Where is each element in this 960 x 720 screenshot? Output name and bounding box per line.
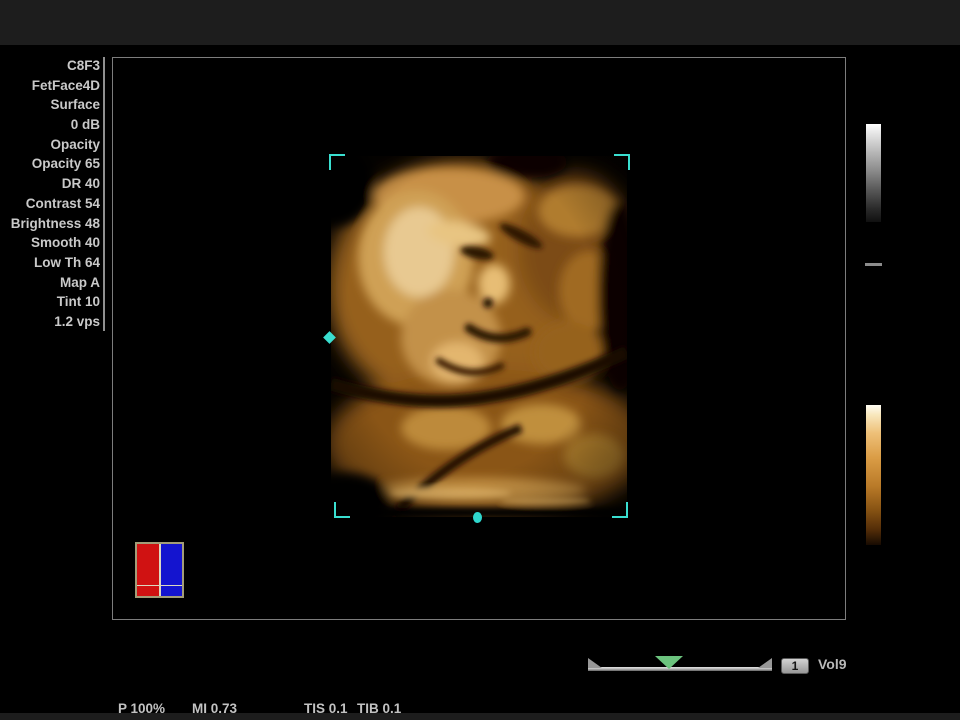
volume-label: Vol9 xyxy=(818,656,847,672)
roi-bottom-handle-icon[interactable] xyxy=(473,512,482,523)
orientation-blue-half xyxy=(160,544,183,596)
orientation-horizontal-divider xyxy=(137,585,182,586)
top-chrome-bar xyxy=(0,0,960,45)
graymap-tick-icon xyxy=(865,263,882,266)
roi-corner-bracket-top-left[interactable] xyxy=(329,154,345,170)
sidebar-divider xyxy=(103,57,105,331)
render-orientation-box xyxy=(135,542,184,598)
frame-number-badge: 1 xyxy=(781,658,809,674)
orientation-red-half xyxy=(137,544,160,596)
param-gain: 0 dB xyxy=(0,115,100,135)
roi-corner-bracket-top-right[interactable] xyxy=(614,154,630,170)
ultrasound-screen: C8F3 FetFace4D Surface 0 dB Opacity Opac… xyxy=(0,0,960,720)
roi-corner-bracket-bottom-right[interactable] xyxy=(612,502,628,518)
param-dynamic-range: DR 40 xyxy=(0,174,100,194)
param-opacity-value: Opacity 65 xyxy=(0,154,100,174)
param-brightness: Brightness 48 xyxy=(0,214,100,234)
orientation-vertical-divider xyxy=(159,544,161,596)
fetal-3d-render xyxy=(331,156,627,517)
param-graymap: Map A xyxy=(0,273,100,293)
param-render-mode: Surface xyxy=(0,95,100,115)
param-smooth: Smooth 40 xyxy=(0,233,100,253)
param-contrast: Contrast 54 xyxy=(0,194,100,214)
param-low-threshold: Low Th 64 xyxy=(0,253,100,273)
parameter-sidebar: C8F3 FetFace4D Surface 0 dB Opacity Opac… xyxy=(0,56,100,332)
param-opacity-mode: Opacity xyxy=(0,135,100,155)
roi-corner-bracket-bottom-left[interactable] xyxy=(334,502,350,518)
cine-scrollbar-track[interactable] xyxy=(588,667,772,671)
param-preset: FetFace4D xyxy=(0,76,100,96)
sepia-tint-map-bar xyxy=(866,405,881,545)
bottom-chrome-bar xyxy=(0,713,960,720)
param-probe: C8F3 xyxy=(0,56,100,76)
param-volume-rate: 1.2 vps xyxy=(0,312,100,332)
grayscale-map-bar xyxy=(866,124,881,222)
param-tint: Tint 10 xyxy=(0,292,100,312)
